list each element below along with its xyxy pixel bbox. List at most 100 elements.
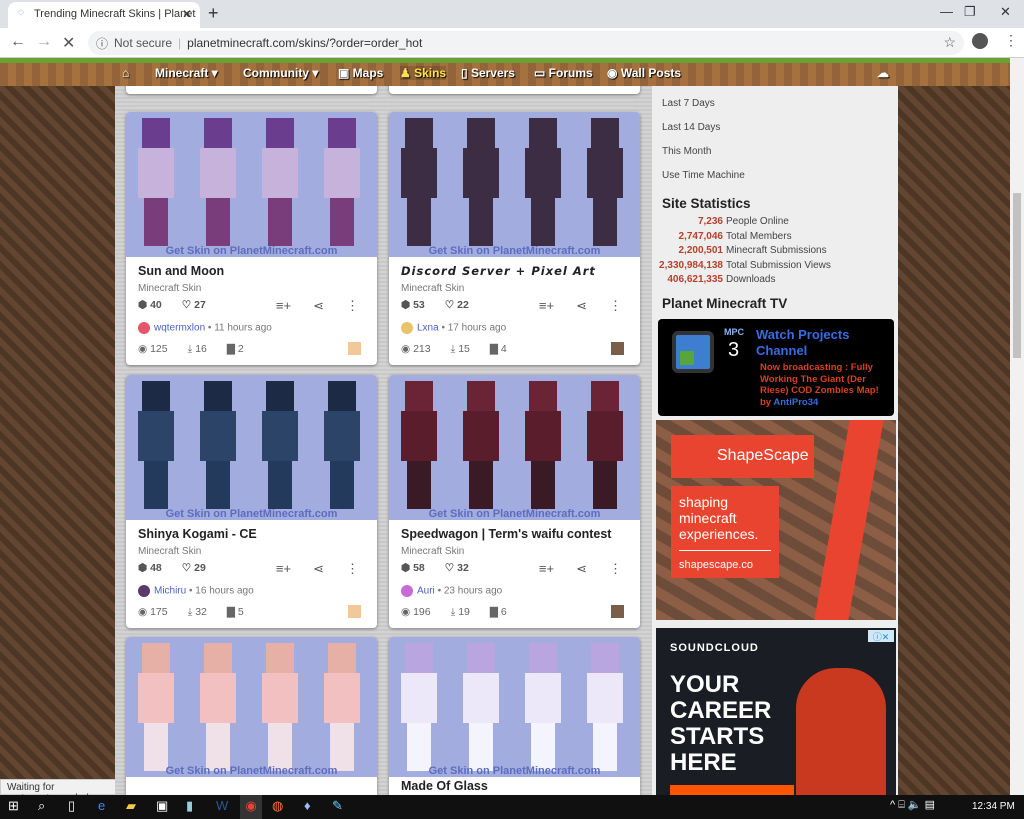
add-to-playlist-icon[interactable]: ≡+ [539, 561, 554, 576]
new-tab-button[interactable]: + [208, 3, 219, 24]
comments-icon: ▇ 2 [226, 343, 244, 355]
add-to-playlist-icon[interactable]: ≡+ [539, 298, 554, 313]
more-options-icon[interactable]: ⋮ [609, 561, 622, 576]
clock[interactable]: 12:34 PM [972, 801, 1015, 812]
word-icon[interactable]: W [216, 798, 228, 813]
back-icon[interactable]: ← [10, 33, 26, 51]
skin-preview-figure [401, 643, 437, 773]
soundcloud-ad[interactable]: ⓘ✕ SOUNDCLOUD YOUR CAREER STARTS HERE [656, 628, 896, 795]
skin-type: Minecraft Skin [401, 283, 465, 294]
app-icon[interactable]: ▮ [186, 798, 193, 814]
filter-this-month[interactable]: This Month [662, 146, 711, 157]
skin-preview[interactable]: Get Skin on PlanetMinecraft.com [126, 375, 377, 520]
stop-icon[interactable]: ✕ [62, 33, 75, 53]
page: ⌂ Minecraft ▾ Community ▾ ▣ Maps ♟ Skins… [0, 58, 1010, 795]
taskbar: ⊞ ⌕ ▯ e ▰ ▣ ▮ W ◉ ◍ ♦ ✎ ^ ⌸ 🔈 ▤ 12:34 PM [0, 795, 1024, 819]
more-options-icon[interactable]: ⋮ [346, 561, 359, 576]
nav-community[interactable]: Community ▾ [243, 66, 318, 80]
author-link[interactable]: Auri [417, 586, 435, 597]
cta-button[interactable] [670, 785, 794, 795]
restore-button[interactable]: ❐ [964, 4, 976, 20]
skin-preview-figure [200, 643, 236, 773]
task-view-icon[interactable]: ▯ [68, 798, 75, 814]
share-icon[interactable]: ⋖ [576, 561, 587, 576]
nav-skins[interactable]: ♟ Skins [400, 66, 447, 80]
nav-forums[interactable]: ▭ Forums [534, 66, 593, 80]
skin-title[interactable]: Made Of Glass [401, 779, 488, 793]
chrome-icon[interactable]: ◉ [240, 795, 262, 819]
firefox-icon[interactable]: ◍ [272, 798, 283, 814]
skin-card[interactable]: Get Skin on PlanetMinecraft.com [126, 637, 377, 795]
skin-type: Minecraft Skin [401, 546, 465, 557]
more-options-icon[interactable]: ⋮ [346, 298, 359, 313]
skin-title[interactable]: Sun and Moon [138, 264, 224, 278]
tray-icons[interactable]: ^ ⌸ 🔈 ▤ [890, 798, 935, 812]
account-icon[interactable] [972, 33, 988, 49]
author-link[interactable]: wqtermxlon [154, 323, 205, 334]
search-icon[interactable]: ⌕ [38, 798, 45, 814]
share-icon[interactable]: ⋖ [313, 561, 324, 576]
app-icon[interactable]: ♦ [304, 798, 311, 813]
skin-preview-figure [138, 381, 174, 511]
nav-minecraft[interactable]: Minecraft ▾ [155, 66, 218, 80]
file-explorer-icon[interactable]: ▰ [126, 798, 136, 814]
skin-card[interactable]: Get Skin on PlanetMinecraft.com Shinya K… [126, 375, 377, 628]
skin-preview[interactable]: Get Skin on PlanetMinecraft.com [389, 112, 640, 257]
scrollbar-thumb[interactable] [1013, 193, 1021, 358]
nav-maps[interactable]: ▣ Maps [338, 66, 383, 80]
broadcaster-link[interactable]: AntiPro34 [773, 397, 818, 408]
edge-icon[interactable]: e [98, 798, 105, 813]
scrollbar[interactable] [1010, 58, 1024, 795]
time-machine-link[interactable]: Use Time Machine [662, 170, 745, 181]
share-icon[interactable]: ⋖ [576, 298, 587, 313]
author-link[interactable]: Lxna [417, 323, 439, 334]
home-icon[interactable]: ⌂ [122, 66, 129, 80]
skin-preview[interactable]: Get Skin on PlanetMinecraft.com [126, 637, 377, 777]
skin-card[interactable]: Get Skin on PlanetMinecraft.com Discord … [389, 112, 640, 365]
close-window-button[interactable]: ✕ [1000, 4, 1011, 20]
skin-preview-figure [262, 643, 298, 773]
windows-start-icon[interactable]: ⊞ [8, 798, 19, 814]
skin-preview-figure [200, 381, 236, 511]
more-options-icon[interactable]: ⋮ [609, 298, 622, 313]
skin-title[interactable]: Speedwagon | Term's waifu contest [401, 527, 611, 541]
skin-preview-figure [324, 381, 360, 511]
skin-preview[interactable]: Get Skin on PlanetMinecraft.com [126, 112, 377, 257]
store-icon[interactable]: ▣ [156, 798, 168, 814]
minimize-button[interactable]: — [940, 4, 953, 19]
shapescape-ad[interactable]: ShapeScape shaping minecraft experiences… [656, 420, 896, 620]
filter-last-14-days[interactable]: Last 14 Days [662, 122, 720, 133]
share-icon[interactable]: ⋖ [313, 298, 324, 313]
skin-preview-figure [587, 381, 623, 511]
close-tab-icon[interactable]: ✕ [182, 7, 192, 21]
add-to-playlist-icon[interactable]: ≡+ [276, 561, 291, 576]
nav-servers[interactable]: ▯ Servers [461, 66, 515, 80]
skin-title[interactable]: Shinya Kogami - CE [138, 527, 257, 541]
author-link[interactable]: Michiru [154, 586, 186, 597]
url-input[interactable]: ⓘ Not secure | planetminecraft.com/skins/?o… [88, 31, 964, 55]
cloud-off-icon[interactable]: ☁ [877, 66, 889, 80]
skin-preview[interactable]: Get Skin on PlanetMinecraft.com [389, 375, 640, 520]
comments-icon: ▇ 5 [226, 606, 244, 618]
views-icon: ◉ 213 [401, 343, 431, 355]
skin-type: Minecraft Skin [138, 546, 202, 557]
skin-preview-figure [463, 643, 499, 773]
skin-card[interactable]: Get Skin on PlanetMinecraft.com Made Of … [389, 637, 640, 795]
browser-tab[interactable]: ◌ Trending Minecraft Skins | Planet ✕ [8, 2, 200, 28]
skin-title[interactable]: Discord Server + Pixel Art [401, 264, 596, 278]
nav-wall-posts[interactable]: ◉ Wall Posts [607, 66, 681, 80]
tv-widget[interactable]: MPC 3 Watch Projects Channel Now broadca… [658, 319, 894, 416]
heart-icon: ♡ 27 [181, 299, 206, 311]
adchoices-close-icon[interactable]: ⓘ✕ [868, 630, 894, 642]
forward-icon[interactable]: → [36, 33, 52, 51]
bookmark-star-icon[interactable]: ☆ [943, 34, 956, 51]
site-statistics-heading: Site Statistics [662, 196, 751, 211]
browser-menu-icon[interactable]: ⋮ [1004, 32, 1018, 49]
skin-preview[interactable]: Get Skin on PlanetMinecraft.com [389, 637, 640, 777]
skin-card[interactable]: Get Skin on PlanetMinecraft.com Speedwag… [389, 375, 640, 628]
skin-card[interactable]: Get Skin on PlanetMinecraft.com Sun and … [126, 112, 377, 365]
add-to-playlist-icon[interactable]: ≡+ [276, 298, 291, 313]
app-icon[interactable]: ✎ [332, 798, 343, 814]
filter-last-7-days[interactable]: Last 7 Days [662, 98, 715, 109]
watch-projects-link[interactable]: Watch Projects Channel [756, 327, 886, 359]
